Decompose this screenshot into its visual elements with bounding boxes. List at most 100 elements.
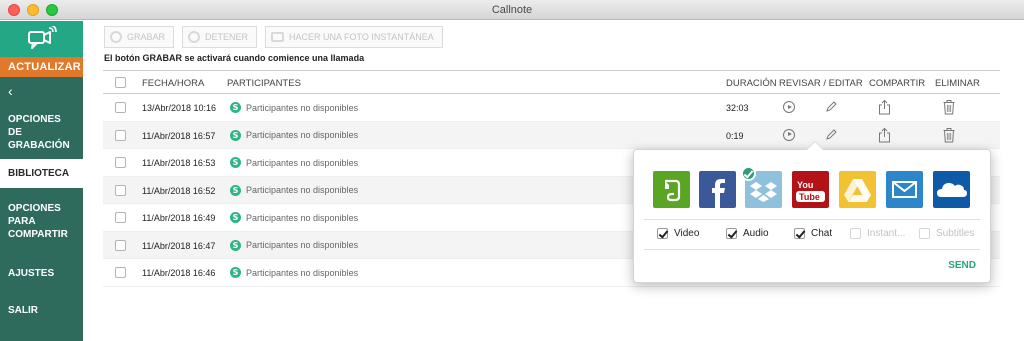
snapshot-label: HACER UNA FOTO INSTANTÁNEA	[289, 32, 434, 42]
record-label: GRABAR	[127, 32, 166, 42]
edit-icon[interactable]	[825, 128, 838, 141]
option-label: Audio	[743, 228, 769, 239]
nav-sharing-options-label: OPCIONES PARA COMPARTIR	[8, 202, 68, 240]
zoom-window-button[interactable]	[46, 4, 58, 16]
row-date: 11/Abr/2018 16:46	[142, 268, 216, 278]
stop-button[interactable]: DETENER	[182, 26, 258, 48]
row-date: 11/Abr/2018 16:52	[142, 185, 216, 196]
option-checkbox[interactable]	[657, 228, 668, 239]
header-delete: ELIMINAR	[935, 78, 980, 89]
send-button[interactable]: SEND	[948, 260, 976, 271]
header-participants[interactable]: PARTICIPANTES	[227, 78, 301, 89]
skype-icon: S	[230, 184, 241, 196]
option-checkbox[interactable]	[726, 228, 737, 239]
trash-icon[interactable]	[943, 127, 955, 143]
evernote-icon[interactable]	[653, 171, 690, 208]
svg-text:You: You	[797, 180, 813, 190]
skype-icon: S	[230, 267, 241, 278]
row-duration: 32:03	[726, 103, 749, 113]
table-row[interactable]: 11/Abr/2018 16:57 S Participantes no dispo…	[103, 121, 1000, 149]
row-participants-label: Participantes no disponibles	[246, 185, 359, 195]
option-label: Video	[674, 228, 700, 239]
row-checkbox[interactable]	[115, 212, 126, 223]
option-checkbox[interactable]	[794, 228, 805, 239]
nav-recording-options-label: OPCIONES DE GRABACIÓN	[8, 113, 70, 151]
update-button[interactable]: ACTUALIZAR	[0, 57, 83, 77]
nav-library-label: BIBLIOTECA	[8, 168, 70, 179]
row-checkbox[interactable]	[115, 157, 126, 168]
table-row[interactable]: 13/Abr/2018 10:16 S Participantes no dispo…	[103, 94, 1000, 122]
selected-check-icon	[741, 166, 756, 181]
record-notice: El botón GRABAR se activará cuando comie…	[104, 53, 365, 63]
onedrive-icon[interactable]	[933, 171, 970, 208]
row-participants: S Participantes no disponibles	[230, 102, 358, 113]
share-option-video[interactable]: Video	[657, 228, 699, 239]
row-participants: S Participantes no disponibles	[230, 184, 359, 196]
row-checkbox[interactable]	[115, 239, 126, 251]
snapshot-button[interactable]: HACER UNA FOTO INSTANTÁNEA	[265, 26, 443, 48]
nav-exit-label: SALIR	[8, 304, 38, 316]
nav-settings[interactable]: AJUSTES	[0, 254, 83, 292]
row-participants: S Participantes no disponibles	[230, 212, 358, 223]
play-icon[interactable]	[783, 128, 795, 141]
option-label: Subtitles	[936, 228, 975, 239]
nav-sharing-options[interactable]: OPCIONES PARA COMPARTIR	[0, 188, 83, 254]
row-date: 11/Abr/2018 16:53	[142, 158, 216, 168]
row-checkbox[interactable]	[115, 267, 126, 278]
share-icon[interactable]	[878, 127, 891, 143]
record-button[interactable]: GRABAR	[104, 26, 175, 48]
minimize-window-button[interactable]	[27, 4, 39, 16]
row-participants: S Participantes no disponibles	[230, 267, 358, 278]
row-date: 11/Abr/2018 16:49	[142, 213, 216, 223]
row-participants-label: Participantes no disponibles	[246, 267, 359, 278]
share-icon[interactable]	[878, 99, 891, 115]
row-checkbox[interactable]	[115, 184, 126, 196]
back-chevron-icon[interactable]: ‹	[0, 77, 83, 105]
row-participants-label: Participantes no disponibles	[246, 240, 359, 250]
facebook-icon[interactable]	[699, 171, 736, 208]
close-window-button[interactable]	[8, 4, 20, 16]
popover-divider	[644, 219, 980, 220]
edit-icon[interactable]	[825, 100, 838, 113]
header-date[interactable]: FECHA/HORA	[142, 78, 204, 89]
skype-icon: S	[230, 239, 241, 251]
svg-text:Tube: Tube	[799, 192, 820, 202]
share-option-subtitles: Subtitles	[919, 228, 974, 239]
email-icon[interactable]	[886, 171, 923, 208]
select-all-checkbox[interactable]	[115, 77, 126, 88]
record-icon	[110, 31, 122, 43]
share-option-chat[interactable]: Chat	[794, 228, 832, 239]
row-checkbox[interactable]	[115, 102, 126, 113]
sidebar: ACTUALIZAR ‹ OPCIONES DE GRABACIÓN BIBLI…	[0, 21, 90, 341]
youtube-icon[interactable]: You Tube	[792, 171, 829, 208]
nav-exit[interactable]: SALIR	[0, 292, 83, 328]
camera-icon	[271, 32, 285, 42]
option-label: Chat	[811, 228, 833, 239]
share-popover: You Tube Video Audio Chat Instant... Subtitle…	[633, 141, 991, 283]
row-participants-label: Participantes no disponibles	[246, 157, 359, 168]
skype-icon: S	[230, 102, 241, 113]
option-checkbox	[850, 228, 861, 239]
row-participants-label: Participantes no disponibles	[246, 212, 359, 223]
google-drive-icon[interactable]	[839, 171, 876, 208]
row-checkbox[interactable]	[115, 129, 126, 141]
play-icon[interactable]	[783, 101, 795, 113]
callnote-logo-icon	[28, 26, 57, 49]
nav-settings-label: AJUSTES	[8, 267, 55, 279]
header-share: COMPARTIR	[869, 78, 926, 89]
stop-label: DETENER	[205, 32, 249, 42]
row-duration: 0:19	[726, 130, 744, 141]
trash-icon[interactable]	[943, 99, 955, 115]
nav-library[interactable]: BIBLIOTECA	[0, 159, 90, 188]
header-duration[interactable]: DURACIÓN	[726, 78, 777, 89]
row-date: 11/Abr/2018 16:57	[142, 130, 216, 141]
share-option-audio[interactable]: Audio	[726, 228, 769, 239]
row-participants-label: Participantes no disponibles	[246, 130, 359, 140]
main-content: GRABAR DETENER HACER UNA FOTO INSTANTÁNE…	[83, 21, 1024, 341]
title-bar: Callnote	[0, 0, 1024, 20]
table-header: FECHA/HORA PARTICIPANTES DURACIÓN REVISA…	[103, 70, 1000, 94]
nav-recording-options[interactable]: OPCIONES DE GRABACIÓN	[0, 105, 83, 159]
app-logo	[0, 21, 83, 57]
share-option-instant: Instant...	[850, 228, 905, 239]
option-label: Instant...	[867, 228, 906, 239]
